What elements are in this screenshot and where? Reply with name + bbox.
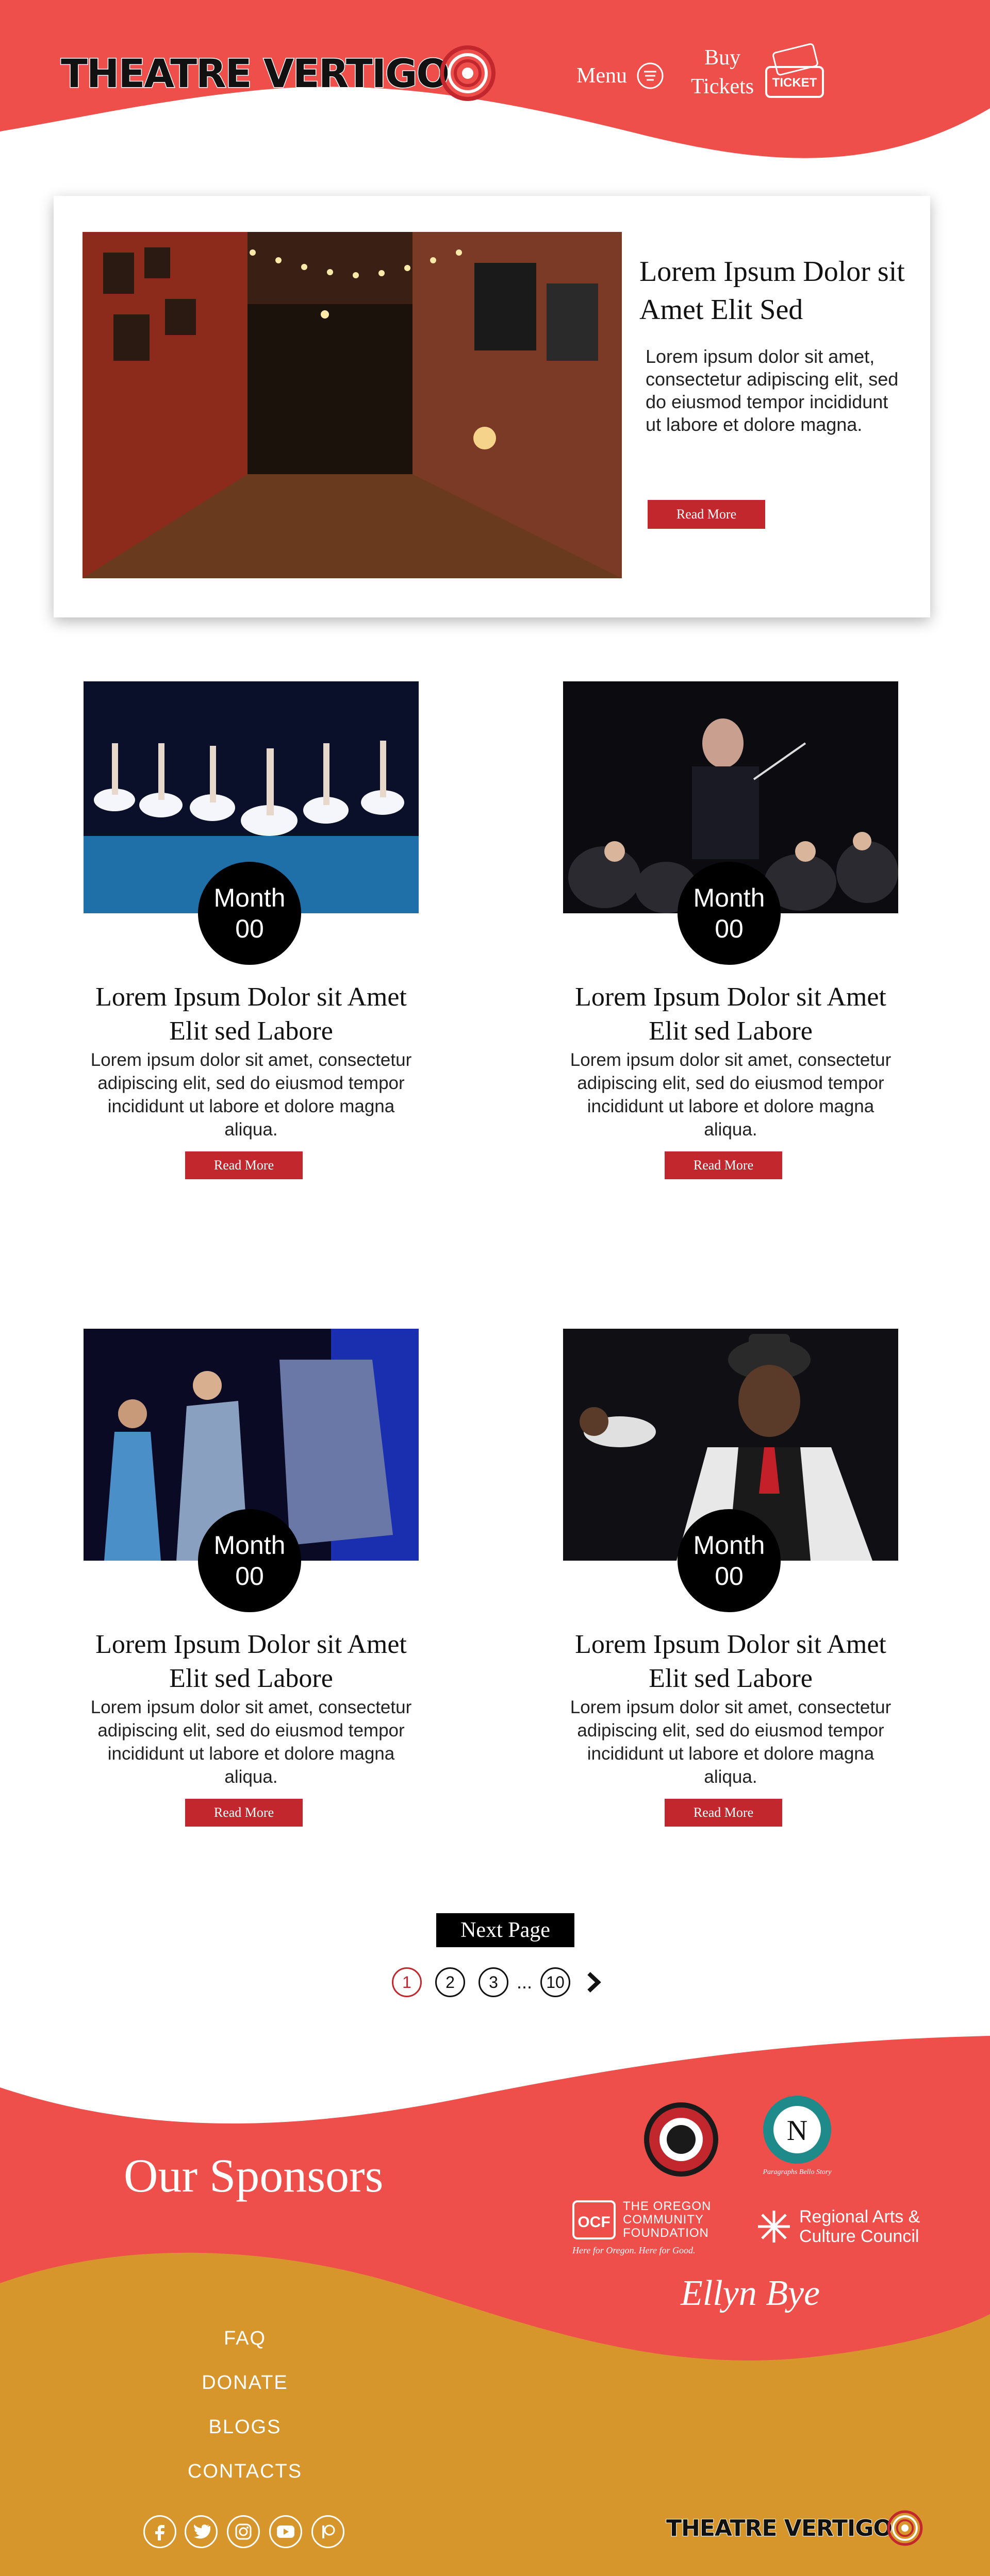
event-title: Lorem Ipsum Dolor sit Amet Elit sed Labo… bbox=[575, 1630, 886, 1693]
event-date-badge: Month 00 bbox=[198, 862, 301, 965]
featured-body: Lorem ipsum dolor sit amet, consectetur … bbox=[646, 346, 899, 435]
ocf-line1: THE OREGON bbox=[623, 2199, 712, 2213]
pagination-ellipsis: ... bbox=[517, 1971, 533, 1993]
sponsor-ellyn-bye[interactable]: Ellyn Bye bbox=[681, 2273, 820, 2314]
event-date-badge: Month 00 bbox=[678, 862, 781, 965]
sponsor-n-emblem-icon: N bbox=[763, 2096, 831, 2164]
racc-star-icon bbox=[758, 2211, 790, 2243]
pagination: 1 2 3 ... 10 bbox=[392, 1966, 604, 1999]
event-read-more-button[interactable]: Read More bbox=[665, 1799, 782, 1827]
chevron-right-icon[interactable] bbox=[584, 1969, 604, 1995]
patreon-icon[interactable] bbox=[311, 2515, 344, 2548]
sponsor-ocf-logo[interactable]: OCF THE OREGON COMMUNITY FOUNDATION Here… bbox=[572, 2200, 727, 2267]
event-card: Month 00 Lorem Ipsum Dolor sit Amet Elit… bbox=[563, 681, 898, 1197]
site-logo[interactable]: THEATRE VERTIGO bbox=[60, 42, 496, 104]
ocf-icon: OCF bbox=[572, 2200, 616, 2239]
instagram-icon[interactable] bbox=[227, 2515, 260, 2548]
footer-logo-text: THEATRE VERTIGO bbox=[666, 2515, 893, 2542]
sponsor-n-logo[interactable]: N Paragraphs Bello Story bbox=[756, 2094, 838, 2181]
event-body: Lorem ipsum dolor sit amet, consectetur … bbox=[570, 1697, 892, 1787]
featured-card: Lorem Ipsum Dolor sit Amet Elit Sed Lore… bbox=[54, 196, 930, 617]
buy-tickets-label: Buy Tickets bbox=[691, 43, 754, 101]
featured-image-venue[interactable] bbox=[82, 232, 622, 578]
event-read-more-button[interactable]: Read More bbox=[665, 1151, 782, 1179]
youtube-icon[interactable] bbox=[269, 2515, 302, 2548]
event-card: Month 00 Lorem Ipsum Dolor sit Amet Elit… bbox=[84, 1329, 419, 1844]
page-1-button[interactable]: 1 bbox=[392, 1967, 422, 1997]
event-month: Month bbox=[693, 1531, 765, 1560]
menu-button[interactable]: Menu bbox=[576, 62, 664, 90]
buy-tickets-line1: Buy bbox=[704, 46, 741, 70]
racc-line1: Regional Arts & bbox=[799, 2207, 920, 2227]
event-body: Lorem ipsum dolor sit amet, consectetur … bbox=[90, 1050, 412, 1140]
event-date-badge: Month 00 bbox=[198, 1509, 301, 1612]
event-body: Lorem ipsum dolor sit amet, consectetur … bbox=[90, 1697, 412, 1787]
buy-tickets-button[interactable]: Buy Tickets TICKET bbox=[691, 41, 828, 103]
ocf-line2: COMMUNITY bbox=[623, 2213, 704, 2227]
buy-tickets-line2: Tickets bbox=[691, 75, 754, 98]
svg-text:N: N bbox=[787, 2115, 807, 2147]
sponsor-n-caption: Paragraphs Bello Story bbox=[763, 2168, 832, 2176]
sponsor-racc-logo[interactable]: Regional Arts & Culture Council bbox=[756, 2207, 920, 2246]
featured-title: Lorem Ipsum Dolor sit Amet Elit Sed bbox=[639, 256, 905, 326]
event-read-more-button[interactable]: Read More bbox=[185, 1799, 303, 1827]
logo-swirl-icon bbox=[439, 45, 496, 101]
event-month: Month bbox=[213, 883, 286, 912]
page-2-button[interactable]: 2 bbox=[435, 1967, 465, 1997]
logo-text: THEATRE VERTIGO bbox=[60, 49, 451, 97]
sponsor-logo-seal[interactable] bbox=[642, 2101, 720, 2178]
event-card: Month 00 Lorem Ipsum Dolor sit Amet Elit… bbox=[563, 1329, 898, 1844]
footer-logo-swirl-icon bbox=[887, 2510, 923, 2546]
event-read-more-button[interactable]: Read More bbox=[185, 1151, 303, 1179]
event-day: 00 bbox=[715, 1562, 744, 1591]
ocf-line3: FOUNDATION bbox=[623, 2226, 709, 2240]
event-title: Lorem Ipsum Dolor sit Amet Elit sed Labo… bbox=[575, 982, 886, 1046]
menu-icon bbox=[637, 62, 664, 89]
next-page-button[interactable]: Next Page bbox=[436, 1913, 574, 1947]
ticket-icon: TICKET bbox=[765, 43, 824, 98]
event-day: 00 bbox=[235, 1562, 264, 1591]
footer-logo[interactable]: THEATRE VERTIGO bbox=[666, 2510, 923, 2546]
event-title: Lorem Ipsum Dolor sit Amet Elit sed Labo… bbox=[95, 982, 407, 1046]
footer-link-contacts[interactable]: CONTACTS bbox=[142, 2461, 348, 2483]
facebook-icon[interactable] bbox=[143, 2515, 176, 2548]
ocf-tagline: Here for Oregon. Here for Good. bbox=[572, 2245, 696, 2255]
event-month: Month bbox=[693, 883, 765, 912]
footer-background bbox=[0, 2036, 990, 2576]
menu-label: Menu bbox=[576, 64, 627, 88]
twitter-icon[interactable] bbox=[185, 2515, 218, 2548]
event-date-badge: Month 00 bbox=[678, 1509, 781, 1612]
event-card: Month 00 Lorem Ipsum Dolor sit Amet Elit… bbox=[84, 681, 419, 1197]
svg-text:OCF: OCF bbox=[578, 2214, 610, 2231]
footer-link-faq[interactable]: FAQ bbox=[142, 2328, 348, 2350]
footer-link-blogs[interactable]: BLOGS bbox=[142, 2416, 348, 2438]
event-title: Lorem Ipsum Dolor sit Amet Elit sed Labo… bbox=[95, 1630, 407, 1693]
sponsors-title: Our Sponsors bbox=[124, 2149, 384, 2202]
event-month: Month bbox=[213, 1531, 286, 1560]
page-3-button[interactable]: 3 bbox=[478, 1967, 508, 1997]
page-10-button[interactable]: 10 bbox=[540, 1967, 571, 1997]
ticket-icon-text: TICKET bbox=[772, 76, 817, 90]
event-body: Lorem ipsum dolor sit amet, consectetur … bbox=[570, 1050, 892, 1140]
event-day: 00 bbox=[715, 914, 744, 943]
event-day: 00 bbox=[235, 914, 264, 943]
featured-read-more-button[interactable]: Read More bbox=[648, 500, 765, 529]
racc-line2: Culture Council bbox=[799, 2227, 919, 2246]
footer-link-donate[interactable]: DONATE bbox=[142, 2372, 348, 2394]
